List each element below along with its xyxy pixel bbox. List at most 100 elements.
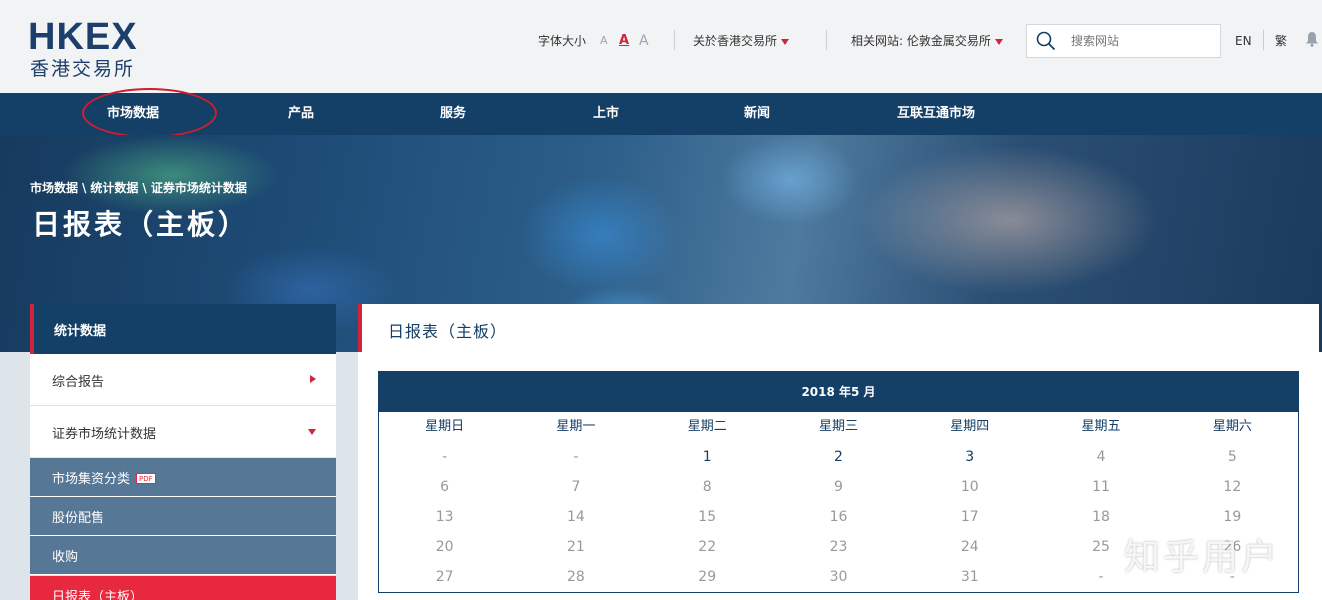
sidebar-item-label: 综合报告 [52,375,105,390]
calendar-day: 7 [571,479,581,495]
divider [1263,30,1264,50]
calendar-day: 12 [1223,479,1242,495]
calendar-day: 16 [829,509,848,525]
calendar-month-header: 2018 年5 月 [379,372,1298,412]
sidebar-subitem-placings[interactable]: 股份配售 [30,497,336,536]
calendar-day: 20 [435,539,454,555]
hkex-logo[interactable]: HKEX 香港交易所 [28,18,158,80]
sidebar-item-label: 证券市场统计数据 [52,427,157,442]
calendar-day: 8 [702,479,712,495]
nav-products[interactable]: 产品 [288,93,314,135]
related-sites-dropdown[interactable]: 相关网站: 伦敦金属交易所 [851,32,1003,50]
sidebar: 统计数据 综合报告 证券市场统计数据 市场集资分类 PDF 股份配售 收购 日报表… [30,304,336,600]
sidebar-subitem-label: 市场集资分类 [52,472,131,487]
divider [674,30,675,50]
calendar-day: 4 [1096,449,1106,465]
calendar-day: 30 [829,569,848,585]
nav-market-data[interactable]: 市场数据 [107,93,159,135]
sidebar-subitem-daily-report[interactable]: 日报表（主板） [30,576,336,600]
breadcrumb-statistics[interactable]: 统计数据 [90,181,138,195]
nav-news[interactable]: 新闻 [744,93,770,135]
content-title: 日报表（主板） [388,322,508,341]
chevron-right-icon [310,375,316,383]
calendar-day[interactable]: 2 [773,442,904,472]
calendar-day: 6 [440,479,450,495]
font-size-small[interactable]: A [600,32,608,50]
sidebar-item-securities-stats[interactable]: 证券市场统计数据 [30,406,336,458]
nav-connect-markets[interactable]: 互联互通市场 [897,93,975,135]
about-hkex-dropdown[interactable]: 关於香港交易所 [693,32,790,50]
logo-wordmark: HKEX [28,16,138,58]
calendar-day: 29 [698,569,717,585]
content-accent-bar [358,304,362,352]
chevron-down-icon [308,429,316,435]
related-sites-label: 相关网站: 伦敦金属交易所 [851,34,991,48]
calendar-day: 14 [567,509,585,525]
sidebar-heading-label: 统计数据 [54,324,107,339]
breadcrumb-separator: \ [82,181,87,195]
page-title: 日报表（主板） [32,208,250,241]
calendar-day: 17 [960,509,979,525]
sidebar-item-summary-reports[interactable]: 综合报告 [30,354,336,406]
breadcrumb-separator: \ [142,181,147,195]
sidebar-subitem-fundraising[interactable]: 市场集资分类 PDF [30,458,336,497]
logo-chinese: 香港交易所 [30,58,136,80]
weekday-label: 星期六 [1212,419,1252,434]
calendar-day: 24 [960,539,979,555]
pdf-badge: PDF [136,473,156,484]
watermark: 知乎用户 [1124,537,1281,578]
search-input[interactable] [1071,31,1211,51]
calendar-day: 5 [1227,449,1237,465]
calendar-day: 13 [435,509,454,525]
sidebar-heading: 统计数据 [30,304,336,354]
caret-down-icon [781,38,790,45]
subitem-label-wrap: 市场集资分类 PDF [52,468,156,487]
nav-listing[interactable]: 上市 [593,93,619,135]
bell-icon[interactable] [1305,31,1319,47]
top-header: HKEX 香港交易所 字体大小 A A A 关於香港交易所 相关网站: 伦敦金属… [0,0,1322,93]
calendar-day[interactable]: 1 [642,442,773,472]
hero-image-blur [860,145,1160,295]
calendar-empty-day: - [442,449,448,465]
calendar-week-row: - - 123 4 5 [379,442,1298,472]
sidebar-subitem-label: 收购 [52,550,79,565]
calendar-day[interactable]: 3 [904,442,1035,472]
calendar-week-row: 6 7 8 9 10 11 12 [379,472,1298,502]
calendar-day: 23 [829,539,848,555]
calendar-empty-day: - [573,449,579,465]
calendar-day: 15 [698,509,717,525]
calendar-day: 9 [834,479,843,495]
nav-services[interactable]: 服务 [440,93,466,135]
sidebar-subitem-takeovers[interactable]: 收购 [30,536,336,575]
search-icon[interactable] [1036,31,1056,51]
weekday-label: 星期日 [425,419,465,434]
breadcrumb-market-data[interactable]: 市场数据 [30,181,78,195]
caret-down-icon [994,38,1003,45]
calendar-day: 22 [698,539,717,555]
hero-image-blur [520,175,680,295]
sidebar-subitem-label: 股份配售 [52,511,105,526]
lang-en-link[interactable]: EN [1235,32,1252,50]
lang-tc-link[interactable]: 繁 [1275,32,1287,50]
about-hkex-label: 关於香港交易所 [693,34,778,48]
font-size-medium[interactable]: A [619,32,629,50]
weekday-label: 星期五 [1081,419,1121,434]
calendar-day: 31 [960,569,979,585]
calendar-weekday-row: 星期日 星期一 星期二 星期三 星期四 星期五 星期六 [379,412,1298,442]
weekday-label: 星期三 [818,419,858,434]
breadcrumb: 市场数据 \ 统计数据 \ 证券市场统计数据 [30,179,251,196]
divider [826,30,827,50]
font-size-label: 字体大小 [538,34,587,48]
calendar-day: 11 [1092,479,1110,495]
weekday-label: 星期一 [556,419,596,434]
breadcrumb-securities-stats[interactable]: 证券市场统计数据 [151,181,247,195]
calendar-day: 28 [567,569,585,585]
hero-image-blur [720,135,860,225]
weekday-label: 星期二 [687,419,727,434]
search-box[interactable] [1026,24,1221,58]
calendar-day: 21 [567,539,585,555]
calendar-day: 10 [960,479,979,495]
main-nav: 市场数据 产品 服务 上市 新闻 互联互通市场 [0,93,1322,135]
font-size-large[interactable]: A [639,32,649,50]
weekday-label: 星期四 [950,419,990,434]
